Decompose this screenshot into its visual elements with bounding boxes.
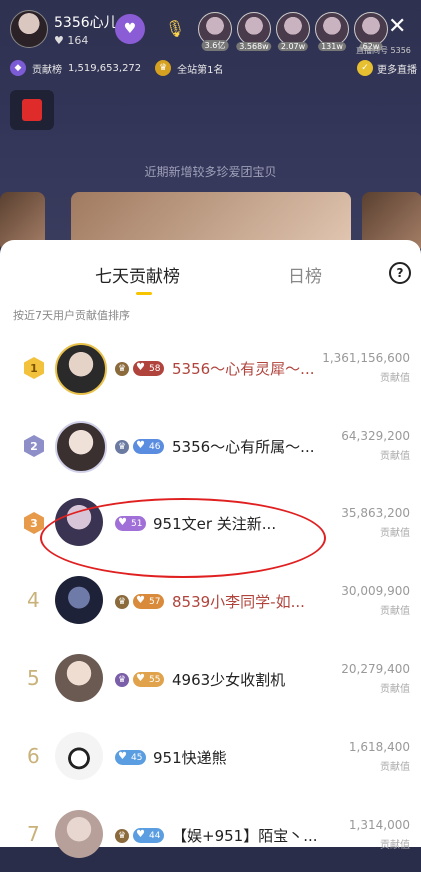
viewer-badge: 131w — [318, 42, 346, 51]
tab-daily[interactable]: 日榜 — [288, 262, 322, 287]
level-icon: ♛ — [115, 673, 129, 687]
level-icon: ♛ — [115, 440, 129, 454]
contribution-row[interactable]: ◆ 贡献榜 1,519,653,272 ♛ 全站第1名 — [10, 60, 224, 76]
more-live-button[interactable]: ✓ 更多直播 — [357, 60, 417, 76]
host-likes: ♥ 164 — [54, 33, 89, 47]
heart-icon: ♥ — [136, 595, 145, 606]
red-packet-icon — [22, 99, 42, 121]
level-badge: ♥ 45 — [115, 750, 147, 765]
host-avatar[interactable] — [10, 10, 48, 48]
close-icon[interactable]: ✕ — [388, 14, 406, 39]
table-row[interactable]: 4 ♛ ♥ 57 8539小李同学-如... 30,009,900 贡献值 — [0, 568, 421, 638]
level-badge: ♥ 46 — [133, 439, 165, 454]
notice-text: 近期新增较多珍爱团宝贝 — [144, 165, 277, 179]
viewer-list: 3.6亿 3.568w 2.07w 131w 62w — [198, 12, 388, 51]
table-row[interactable]: 2 ♛ ♥ 46 5356～心有所属～... 64,329,200 贡献值 — [0, 413, 421, 483]
level-value: 55 — [149, 674, 161, 685]
score-value: 35,863,200 — [341, 506, 410, 520]
tab-seven-day[interactable]: 七天贡献榜 — [95, 262, 180, 287]
viewer-avatar[interactable]: 2.07w — [276, 12, 310, 51]
more-live-label: 更多直播 — [377, 64, 417, 76]
contribution-value: 1,519,653,272 — [68, 62, 142, 74]
viewer-avatar[interactable]: 131w — [315, 12, 349, 51]
user-name: 8539小李同学-如... — [172, 593, 305, 611]
heart-icon: ♥ — [136, 362, 145, 373]
rank-medal-silver: 2 — [24, 435, 44, 457]
level-icon: ♛ — [115, 595, 129, 609]
viewer-badge: 2.07w — [277, 42, 309, 51]
level-value: 46 — [149, 441, 161, 452]
level-value: 45 — [131, 752, 143, 763]
host-name: 5356心儿 — [54, 14, 118, 31]
score-label: 贡献值 — [380, 451, 410, 462]
table-row[interactable]: 6 ♥ 45 951快递熊 1,618,400 贡献值 — [0, 724, 421, 794]
host-likes-value: 164 — [67, 33, 89, 47]
rank-medal-gold: 1 — [24, 357, 44, 379]
level-badge: ♥ 44 — [133, 828, 165, 843]
avatar[interactable] — [55, 654, 103, 702]
avatar[interactable] — [55, 421, 107, 473]
level-badge: ♥ 57 — [133, 594, 165, 609]
score-label: 贡献值 — [380, 762, 410, 773]
avatar[interactable] — [55, 576, 103, 624]
ranking-subtitle: 按近7天用户贡献值排序 — [13, 309, 130, 322]
host-info[interactable]: 5356心儿 ♥ 164 — [10, 10, 118, 48]
user-name: 5356～心有所属～... — [172, 438, 315, 456]
user-name: 5356～心有灵犀～... — [172, 360, 315, 378]
table-row[interactable]: 7 ♛ ♥ 44 【娱+951】陌宝丶... 1,314,000 贡献值 — [0, 802, 421, 872]
level-icon: ♛ — [115, 362, 129, 376]
table-row[interactable]: 5 ♛ ♥ 55 4963少女收割机 20,279,400 贡献值 — [0, 646, 421, 716]
active-tab-indicator — [136, 292, 152, 295]
level-value: 58 — [149, 363, 161, 374]
help-icon[interactable]: ? — [389, 262, 411, 284]
level-icon: ♛ — [115, 829, 129, 843]
check-icon: ✓ — [357, 60, 373, 76]
rank-number: 4 — [27, 588, 40, 612]
live-room-header: 5356心儿 ♥ 164 ♥ 🎙 3.6亿 3.568w 2.07w 131w … — [0, 0, 421, 252]
rank-number: 6 — [27, 744, 40, 768]
score-value: 1,314,000 — [348, 818, 410, 832]
viewer-avatar[interactable]: 3.568w — [236, 12, 272, 51]
viewer-avatar[interactable]: 3.6亿 — [198, 12, 232, 51]
follow-button[interactable]: ♥ — [115, 14, 145, 44]
heart-icon: ♥ — [118, 751, 127, 762]
viewer-badge: 3.568w — [236, 42, 272, 51]
rank-number: 7 — [27, 822, 40, 846]
table-row[interactable]: 1 ♛ ♥ 58 5356～心有灵犀～... 1,361,156,600 贡献值 — [0, 335, 421, 405]
diamond-icon: ◆ — [10, 60, 26, 76]
score-label: 贡献值 — [380, 684, 410, 695]
red-packet-button[interactable] — [10, 90, 54, 130]
level-value: 57 — [149, 596, 161, 607]
user-name: 951快递熊 — [153, 749, 227, 767]
avatar[interactable] — [55, 343, 107, 395]
avatar[interactable] — [55, 732, 103, 780]
mic-icon[interactable]: 🎙 — [163, 17, 187, 41]
avatar[interactable] — [55, 810, 103, 858]
site-rank: 全站第1名 — [177, 64, 224, 76]
score-label: 贡献值 — [380, 606, 410, 617]
viewer-badge: 3.6亿 — [201, 40, 229, 51]
crown-icon: ♛ — [155, 60, 172, 76]
level-badge: ♥ 58 — [133, 361, 165, 376]
rank-number: 5 — [27, 666, 40, 690]
score-value: 64,329,200 — [341, 429, 410, 443]
room-number: 直播间号 5356 — [356, 46, 411, 55]
viewer-avatar[interactable]: 62w — [354, 12, 388, 51]
red-highlight-ellipse — [40, 498, 326, 578]
score-value: 1,618,400 — [348, 740, 410, 754]
heart-icon: ♥ — [136, 673, 145, 684]
score-value: 1,361,156,600 — [322, 351, 410, 365]
level-value: 44 — [149, 830, 161, 841]
contribution-label: 贡献榜 — [32, 64, 62, 76]
score-label: 贡献值 — [380, 528, 410, 539]
score-value: 20,279,400 — [341, 662, 410, 676]
level-badge: ♥ 55 — [133, 672, 165, 687]
user-name: 4963少女收割机 — [172, 671, 286, 689]
heart-icon: ♥ — [136, 440, 145, 451]
score-label: 贡献值 — [380, 373, 410, 384]
score-label: 贡献值 — [380, 840, 410, 851]
score-value: 30,009,900 — [341, 584, 410, 598]
user-name: 【娱+951】陌宝丶... — [172, 827, 318, 845]
heart-icon: ♥ — [136, 829, 145, 840]
